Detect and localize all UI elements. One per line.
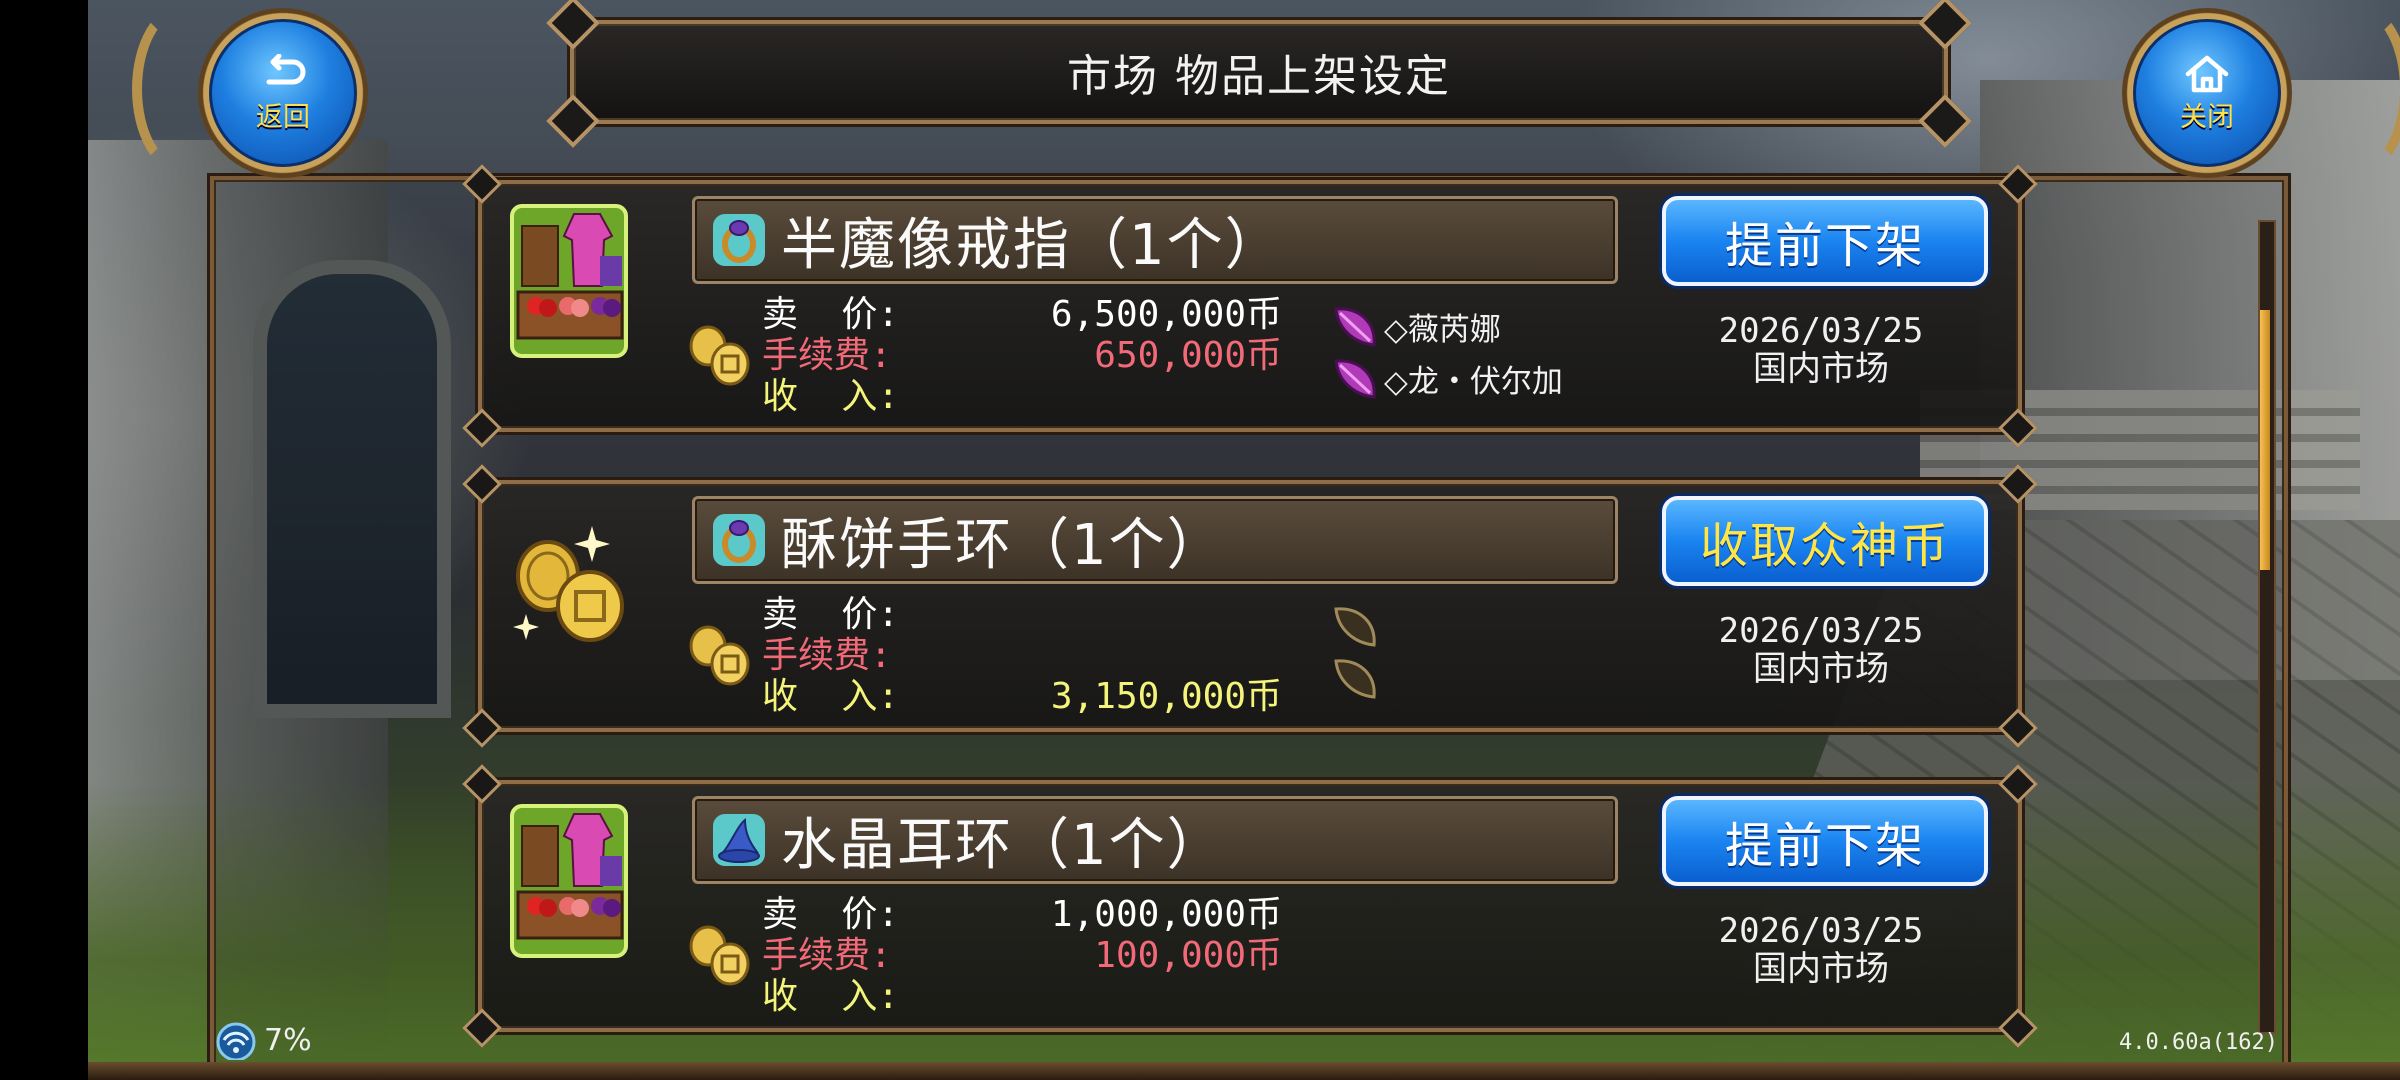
listing-meta: 2026/03/25 国内市场: [1662, 312, 1980, 388]
listing-card: 酥饼手环（1个） 收取众神币 卖 价: 手续费: 收 入: 3,150,000币 …: [462, 464, 2038, 748]
gold-coins-icon: [513, 526, 624, 642]
income-label: 收 入:: [762, 676, 900, 717]
coins-icon: [689, 325, 750, 386]
sell-price-label: 卖 价:: [762, 594, 900, 635]
scrollbar-thumb[interactable]: [2260, 310, 2270, 570]
item-name: 半魔像戒指（1个）: [781, 212, 1283, 278]
income-label: 收 入:: [762, 376, 900, 417]
title-bar: 市场 物品上架设定: [546, 0, 1972, 148]
buyer-entry: ◇龙・伏尔加: [1330, 352, 1630, 404]
market-stall-icon: [510, 204, 628, 358]
empty-leaf-icon: [1334, 659, 1376, 699]
page-title: 市场 物品上架设定: [1067, 51, 1451, 102]
cancel-listing-button[interactable]: 提前下架: [1662, 196, 1988, 286]
signal-percent: 7%: [264, 1022, 312, 1058]
buyer-list: [1330, 600, 1630, 704]
purple-leaf-icon: [1334, 307, 1376, 347]
frame-bottom-border: [88, 1062, 2400, 1080]
ornament-horn-right: [2310, 4, 2400, 174]
purple-leaf-icon: [1334, 359, 1376, 399]
market-stall-icon: [510, 804, 628, 958]
item-name-bar: 水晶耳环（1个）: [692, 796, 1618, 884]
buyer-entry: ◇薇芮娜: [1330, 300, 1630, 352]
close-button-label: 关闭: [2180, 101, 2234, 133]
listing-date: 2026/03/25: [1718, 311, 1924, 351]
signal-indicator: 7%: [214, 1020, 312, 1060]
sell-price-label: 卖 价:: [762, 894, 900, 935]
sell-price-value: 6,500,000币: [1050, 294, 1282, 335]
fee-label: 手续费:: [762, 935, 892, 976]
back-button[interactable]: 返回: [198, 8, 368, 178]
close-button[interactable]: 关闭: [2122, 8, 2292, 178]
fee-label: 手续费:: [762, 635, 892, 676]
home-icon: [2184, 54, 2230, 101]
sell-price-label: 卖 价:: [762, 294, 900, 335]
bracelet-icon: [713, 514, 765, 566]
item-name-bar: 酥饼手环（1个）: [692, 496, 1618, 584]
income-value: 3,150,000币: [1050, 676, 1282, 717]
buyer-name: ◇薇芮娜: [1384, 311, 1501, 348]
item-name: 酥饼手环（1个）: [781, 512, 1225, 578]
ring-icon: [713, 214, 765, 266]
cancel-listing-button[interactable]: 提前下架: [1662, 796, 1988, 886]
market-region: 国内市场: [1753, 649, 1889, 689]
listing-meta: 2026/03/25 国内市场: [1662, 612, 1980, 688]
buyer-name: ◇龙・伏尔加: [1384, 363, 1563, 400]
coins-icon: [689, 625, 750, 686]
collect-coins-button[interactable]: 收取众神币: [1662, 496, 1988, 586]
market-region: 国内市场: [1753, 949, 1889, 989]
buyer-list: ◇薇芮娜 ◇龙・伏尔加: [1330, 300, 1630, 404]
fee-value: 650,000币: [1094, 335, 1282, 376]
listing-date: 2026/03/25: [1718, 911, 1924, 951]
sell-price-value: 1,000,000币: [1050, 894, 1282, 935]
buyer-entry: [1330, 652, 1630, 704]
coins-icon: [689, 925, 750, 986]
wifi-signal-icon: [216, 1022, 256, 1060]
listing-card: 半魔像戒指（1个） 提前下架 卖 价: 6,500,000币 手续费: 650,00…: [462, 164, 2038, 448]
wizard-hat-icon: [713, 814, 765, 866]
buyer-entry: [1330, 600, 1630, 652]
income-label: 收 入:: [762, 976, 900, 1017]
back-button-label: 返回: [256, 101, 310, 133]
market-region: 国内市场: [1753, 349, 1889, 389]
listing-meta: 2026/03/25 国内市场: [1662, 912, 1980, 988]
fee-label: 手续费:: [762, 335, 892, 376]
return-arrow-icon: [259, 53, 307, 101]
item-name-bar: 半魔像戒指（1个）: [692, 196, 1618, 284]
listing-date: 2026/03/25: [1718, 611, 1924, 651]
fee-value: 100,000币: [1094, 935, 1282, 976]
empty-leaf-icon: [1334, 607, 1376, 647]
listing-card: 水晶耳环（1个） 提前下架 卖 价: 1,000,000币 手续费: 100,000…: [462, 764, 2038, 1048]
version-label: 4.0.60a(162): [2119, 1030, 2278, 1055]
item-name: 水晶耳环（1个）: [781, 812, 1225, 878]
